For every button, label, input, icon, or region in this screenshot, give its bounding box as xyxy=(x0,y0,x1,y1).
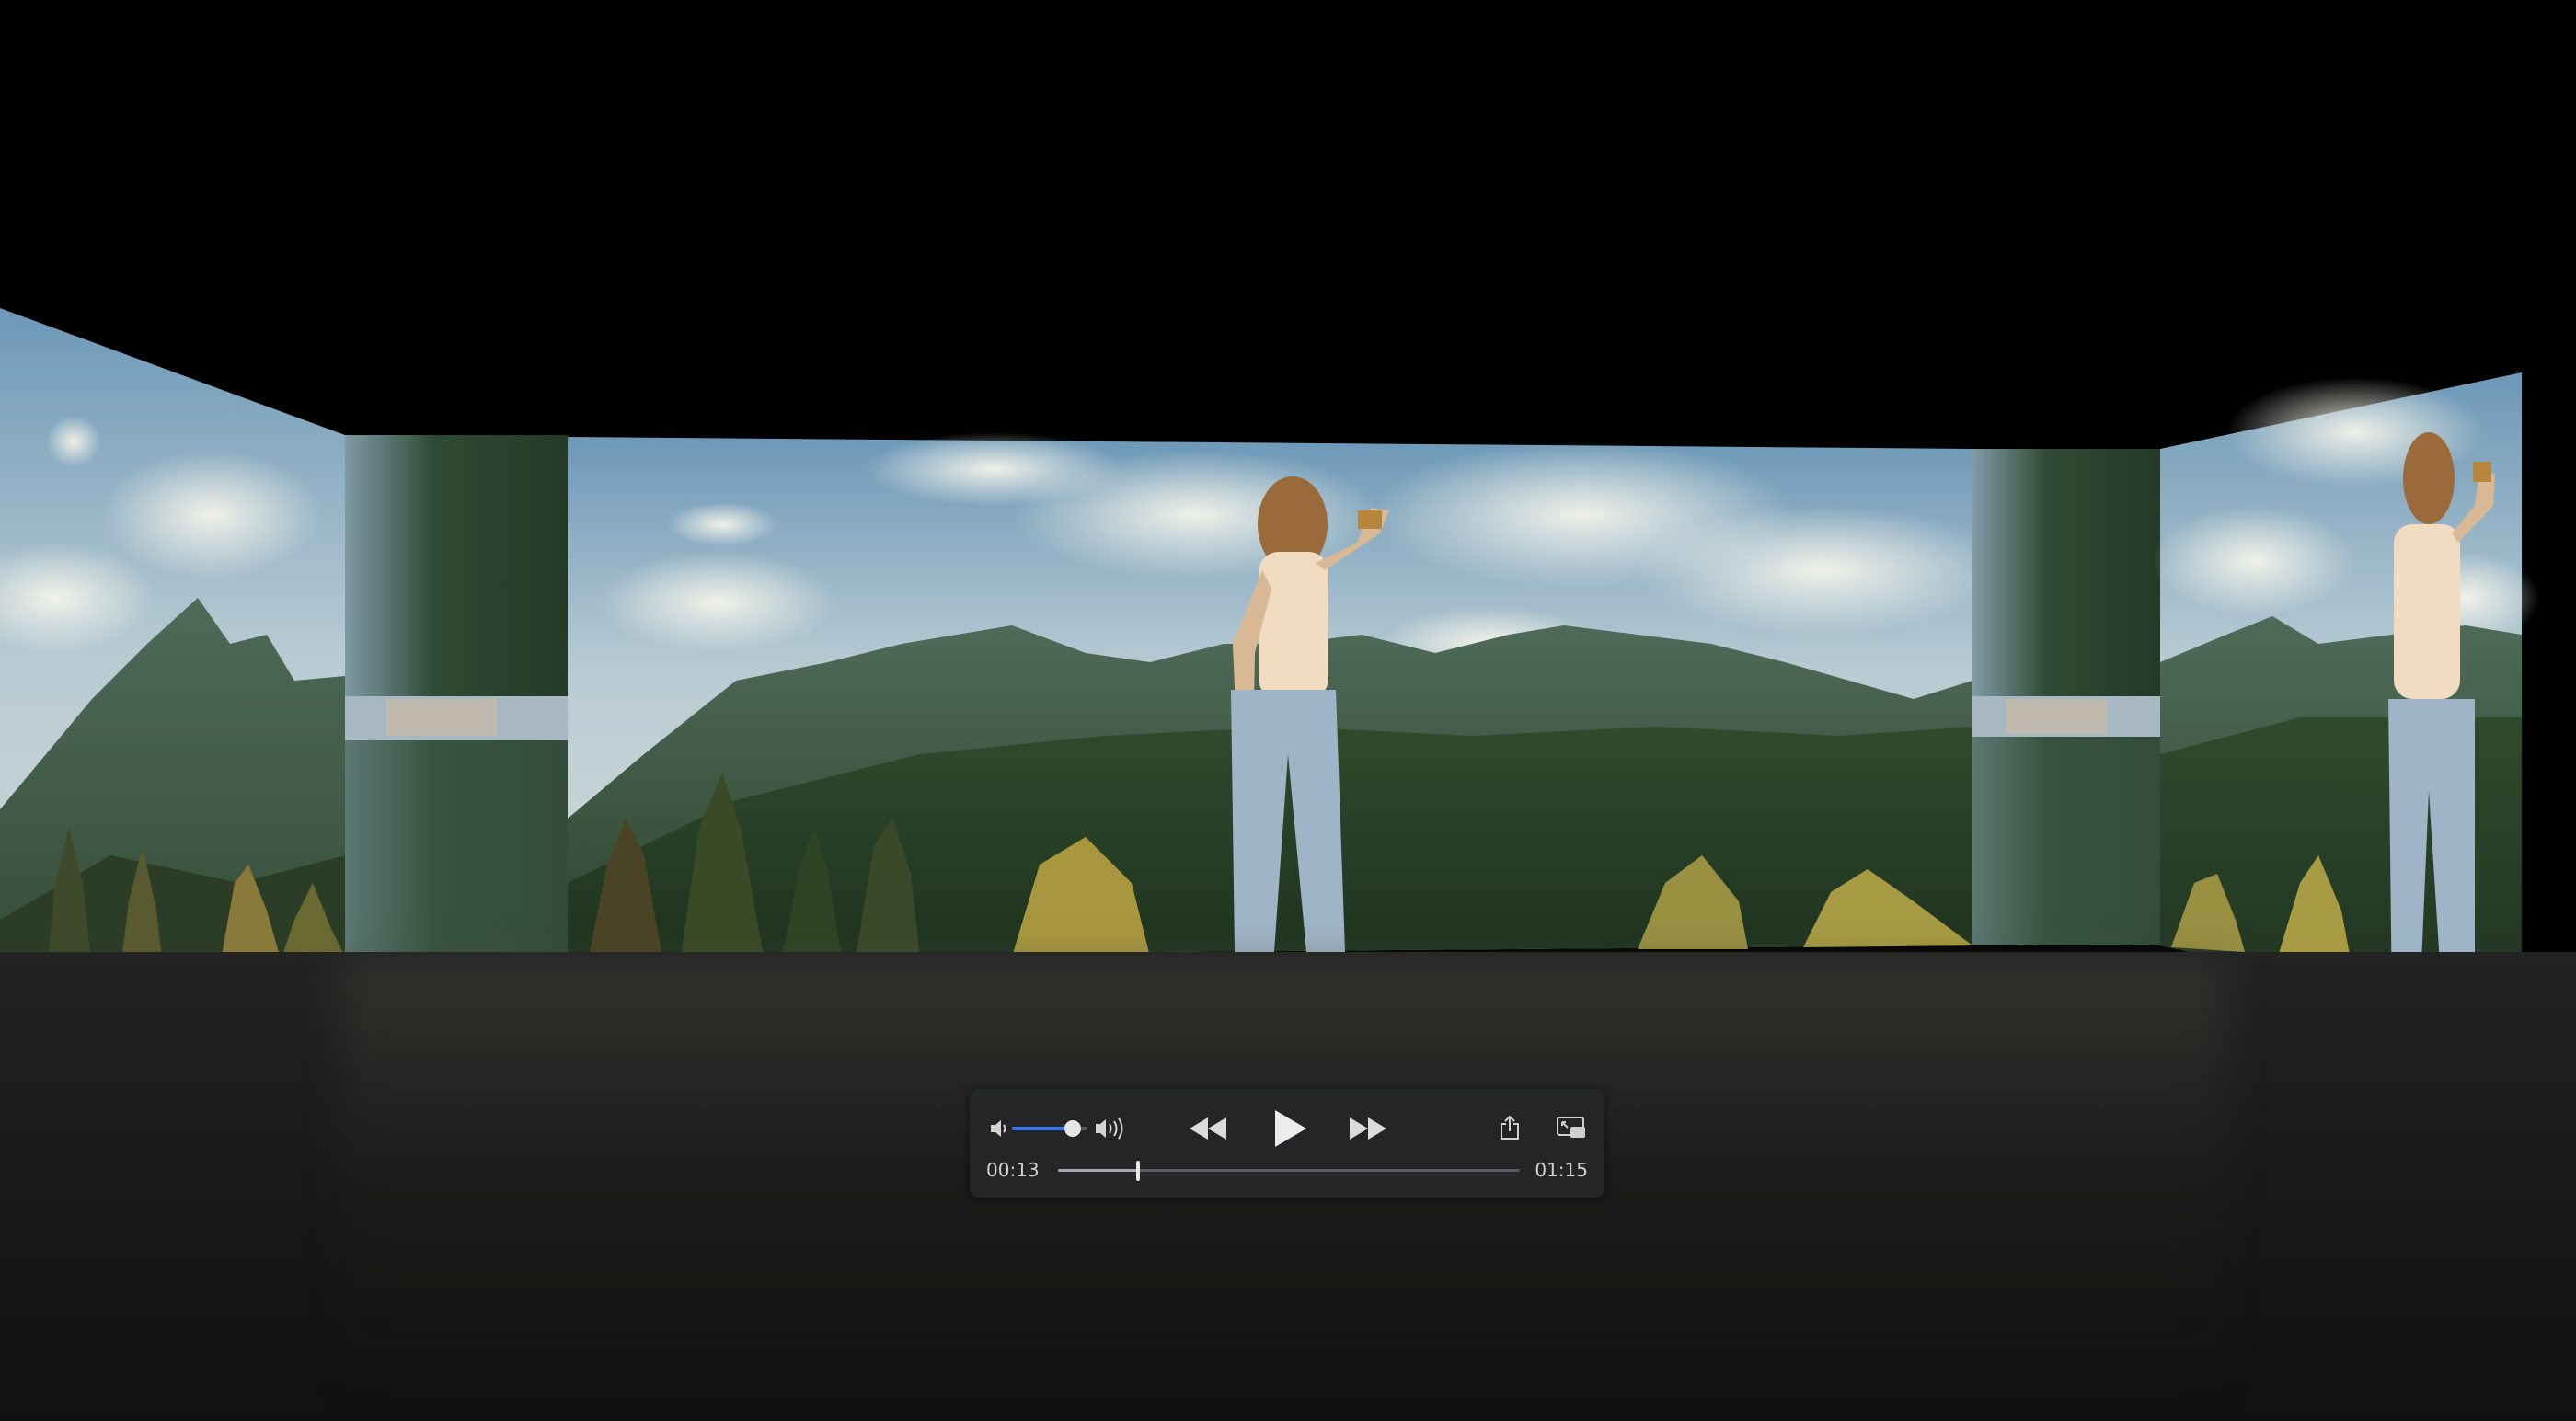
speaker-high-icon[interactable] xyxy=(1091,1113,1130,1144)
right-wall xyxy=(2153,372,2539,1023)
playback-controls: 00:13 01:15 xyxy=(970,1089,1604,1198)
volume-knob[interactable] xyxy=(1064,1120,1081,1137)
current-time: 00:13 xyxy=(986,1159,1040,1181)
rewind-icon[interactable] xyxy=(1185,1111,1231,1146)
fast-forward-icon[interactable] xyxy=(1345,1111,1391,1146)
play-icon[interactable] xyxy=(1267,1104,1313,1153)
scrubber[interactable] xyxy=(1058,1161,1520,1181)
share-icon[interactable] xyxy=(1494,1111,1525,1144)
speaker-low-icon[interactable] xyxy=(986,1115,1014,1142)
duration-time: 01:15 xyxy=(1535,1159,1588,1181)
scrubber-fill xyxy=(1058,1169,1138,1172)
picture-in-picture-icon[interactable] xyxy=(1553,1111,1590,1144)
scrubber-handle[interactable] xyxy=(1135,1161,1140,1181)
volume-fill xyxy=(1012,1127,1073,1130)
volume-slider[interactable] xyxy=(1012,1120,1087,1137)
right-seam-panel xyxy=(1972,449,2160,945)
main-video-screen xyxy=(568,432,2006,957)
left-seam-panel xyxy=(345,435,568,957)
